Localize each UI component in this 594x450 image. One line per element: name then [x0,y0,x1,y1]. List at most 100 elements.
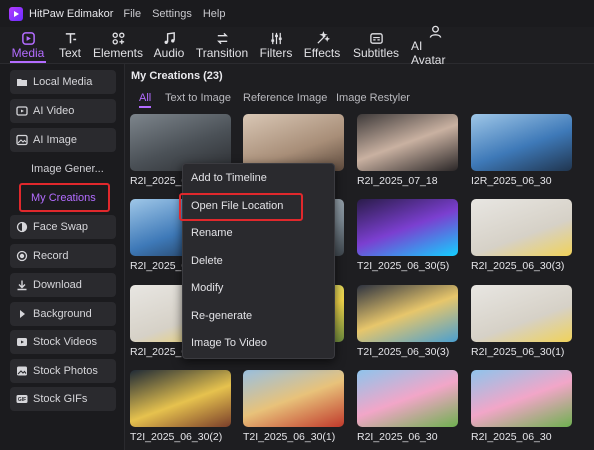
tool-ai-avatar[interactable]: AI Avatar [411,24,459,67]
sidebar-item-label: Face Swap [33,221,89,233]
menu-settings[interactable]: Settings [152,8,192,20]
sidebar-item-label: Record [33,250,69,262]
sidebar-item-background[interactable]: Background [10,302,116,326]
tool-transition[interactable]: Transition [195,27,249,63]
sidebar-item-face-swap[interactable]: Face Swap [10,215,116,239]
creation-caption: T2I_2025_06_30(2) [130,431,223,443]
creation-thumbnail[interactable] [471,285,572,342]
tool-media-label: Media [11,46,45,60]
menu-item-image-to-video[interactable]: Image To Video [191,337,267,349]
subtitles-icon [369,30,384,46]
gif-icon: GIF [16,393,28,405]
sidebar-item-ai-video[interactable]: AI Video [10,99,116,123]
tab-all[interactable]: All [139,92,151,104]
background-icon [16,308,28,320]
creation-caption: R2I_2025_06_30(1) [471,346,565,358]
creation-caption: T2I_2025_06_30(5) [357,260,450,272]
sidebar-item-record[interactable]: Record [10,244,116,268]
svg-text:GIF: GIF [18,397,26,403]
tool-elements-label: Elements [92,46,144,60]
creation-thumbnail[interactable] [357,199,458,256]
tool-subtitles[interactable]: Subtitles [352,27,400,63]
sidebar-item-label: Background [33,308,92,320]
app-logo-icon [9,6,23,21]
creation-caption: R2I_2025_06_30 [471,431,552,443]
creation-thumbnail[interactable] [243,370,344,427]
creation-thumbnail[interactable] [357,114,458,171]
download-icon [16,279,28,291]
tool-text[interactable]: Text [56,27,84,63]
sidebar-item-label: Stock Photos [33,365,98,377]
sidebar-item-label: AI Image [33,134,78,146]
stock-videos-icon [16,336,28,348]
menu-item-modify[interactable]: Modify [191,282,223,294]
creation-caption: R2I_2025_06_30(3) [471,260,565,272]
creation-thumbnail[interactable] [130,370,231,427]
sidebar-item-stock-gifs[interactable]: GIF Stock GIFs [10,387,116,411]
open-file-location-highlight-box [179,193,303,221]
tool-subtitles-label: Subtitles [352,46,400,60]
sidebar-item-label: Stock GIFs [33,393,88,405]
creation-caption: T2I_2025_06_30(1) [243,431,336,443]
creation-caption: R2I_2025_06_30 [357,431,438,443]
creation-caption: I2R_2025_06_30 [471,175,552,187]
active-tab-indicator [139,106,151,108]
sidebar-item-local-media[interactable]: Local Media [10,70,116,94]
app-title: HitPaw Edimakor [29,7,114,20]
tool-media[interactable]: Media [8,27,48,63]
creation-thumbnail[interactable] [357,285,458,342]
tool-ai-avatar-label: AI Avatar [411,38,446,67]
ai-video-icon [16,105,28,117]
tab-reference-image[interactable]: Reference Image [243,92,327,104]
tool-effects[interactable]: Effects [304,27,340,63]
sidebar-item-stock-photos[interactable]: Stock Photos [10,359,116,383]
audio-icon [162,30,177,46]
menu-item-delete[interactable]: Delete [191,255,223,267]
menu-item-rename[interactable]: Rename [191,227,233,239]
tool-text-label: Text [58,46,81,60]
media-icon [21,30,36,46]
tab-image-restyler[interactable]: Image Restyler [336,92,410,104]
my-creations-highlight-box [19,183,110,212]
tool-effects-label: Effects [303,46,341,60]
creation-thumbnail[interactable] [471,114,572,171]
menu-help[interactable]: Help [203,8,226,20]
sidebar-item-stock-videos[interactable]: Stock Videos [10,330,116,354]
creation-thumbnail[interactable] [471,199,572,256]
creation-thumbnail[interactable] [357,370,458,427]
page-title: My Creations (23) [131,70,223,82]
main-toolbar: Media Text Elements Audio Transition Fil… [0,24,594,67]
record-icon [16,250,28,262]
text-icon [63,30,78,46]
creation-thumbnail[interactable] [471,370,572,427]
menu-item-re-generate[interactable]: Re-generate [191,310,252,322]
menu-file[interactable]: File [123,8,141,20]
sidebar-item-label: AI Video [33,105,75,117]
menu-item-add-to-timeline[interactable]: Add to Timeline [191,172,267,184]
sidebar-item-download[interactable]: Download [10,273,116,297]
title-bar: HitPaw Edimakor File Settings Help [0,0,594,27]
tool-audio[interactable]: Audio [154,27,184,63]
tool-elements[interactable]: Elements [92,27,144,63]
face-swap-icon [16,221,28,233]
sidebar: Local Media AI Video AI Image Image Gene… [0,64,125,450]
creation-caption: R2I_2025_07_18 [357,175,438,187]
sidebar-item-label: Download [33,279,82,291]
filters-icon [269,30,284,46]
tool-transition-label: Transition [195,46,249,60]
transition-icon [215,30,230,46]
tool-filters-label: Filters [259,46,293,60]
stock-photos-icon [16,365,28,377]
tool-filters[interactable]: Filters [259,27,293,63]
sidebar-item-label: Local Media [33,76,93,88]
sidebar-item-label: Stock Videos [33,336,98,348]
tab-text-to-image[interactable]: Text to Image [165,92,231,104]
sidebar-item-ai-image[interactable]: AI Image [10,128,116,152]
elements-icon [111,30,126,46]
ai-avatar-icon [428,24,443,39]
folder-icon [16,76,28,88]
sidebar-sub-image-generator[interactable]: Image Gener... [31,163,104,175]
creation-caption: T2I_2025_06_30(3) [357,346,450,358]
ai-image-icon [16,134,28,146]
context-menu: Add to Timeline Open File Location Renam… [179,163,335,359]
